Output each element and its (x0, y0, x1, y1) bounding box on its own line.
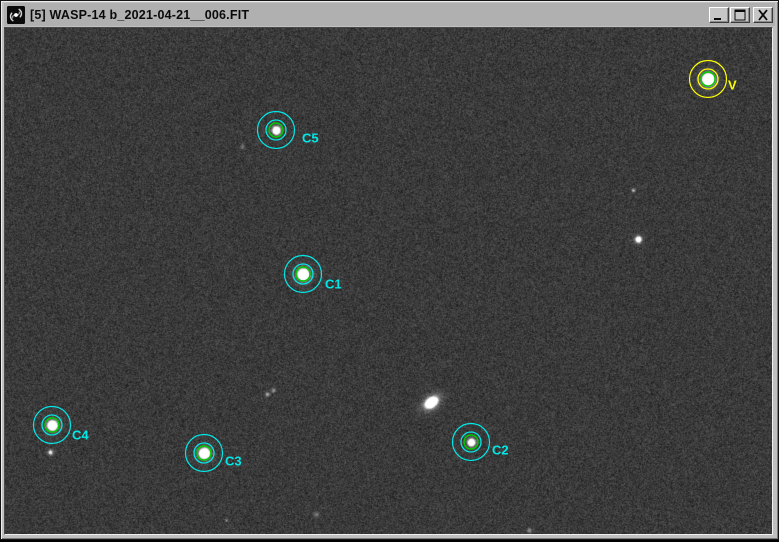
star-aperture-circle (45, 418, 59, 432)
aperture-label-V: V (728, 78, 737, 93)
aperture-label-C5: C5 (302, 131, 319, 146)
minimize-icon (712, 9, 726, 21)
star-aperture-circle (296, 267, 310, 281)
star-aperture-circle (464, 435, 478, 449)
aperture-marker-V[interactable]: V (690, 61, 738, 98)
window-controls (708, 7, 773, 23)
aperture-marker-C3[interactable]: C3 (186, 435, 242, 472)
aperture-label-C3: C3 (225, 454, 242, 469)
fits-image-area: V C5 C1 C4 C3 C2 (4, 27, 773, 535)
minimize-button[interactable] (709, 7, 729, 23)
sky-annulus-circle (186, 435, 223, 472)
star-aperture-circle (701, 72, 715, 86)
sky-annulus-circle (453, 424, 490, 461)
aperture-label-C4: C4 (72, 428, 89, 443)
sky-annulus-circle (258, 112, 295, 149)
aperture-label-C2: C2 (492, 443, 509, 458)
maximize-button[interactable] (730, 7, 750, 23)
aperture-marker-C1[interactable]: C1 (285, 256, 342, 293)
sky-annulus-circle (690, 61, 727, 98)
maximize-icon (733, 9, 747, 21)
star-aperture-circle (197, 446, 211, 460)
spiral-galaxy-icon[interactable] (7, 6, 25, 24)
aperture-marker-C5[interactable]: C5 (258, 112, 319, 149)
sky-annulus-circle (34, 407, 71, 444)
aperture-marker-C4[interactable]: C4 (34, 407, 90, 444)
close-button[interactable] (753, 7, 773, 23)
window-title: [5] WASP-14 b_2021-04-21__006.FIT (30, 8, 708, 22)
fits-image-window: [5] WASP-14 b_2021-04-21__006.FIT (0, 0, 779, 540)
photometry-overlay: V C5 C1 C4 C3 C2 (5, 28, 772, 534)
sky-annulus-circle (285, 256, 322, 293)
star-aperture-circle (269, 123, 283, 137)
aperture-marker-C2[interactable]: C2 (453, 424, 509, 461)
titlebar[interactable]: [5] WASP-14 b_2021-04-21__006.FIT (4, 3, 775, 26)
close-icon (756, 9, 770, 21)
aperture-label-C1: C1 (325, 277, 342, 292)
